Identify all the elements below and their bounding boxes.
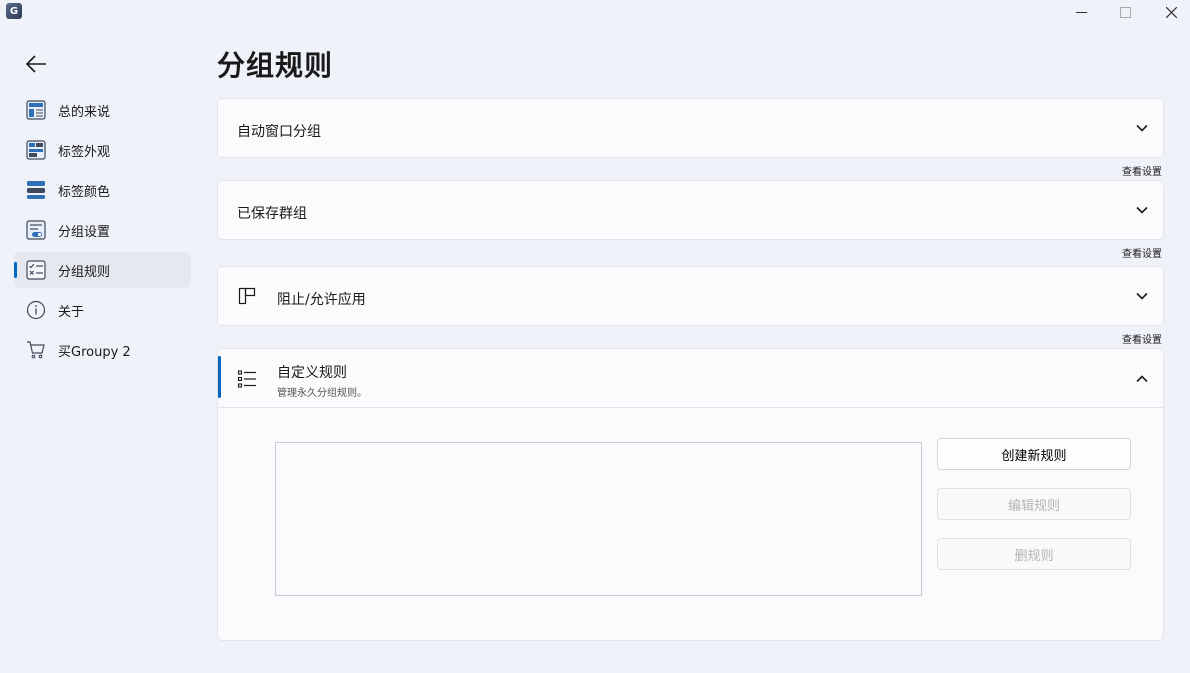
custom-rules-description: 管理永久分组规则。 [277,388,367,399]
sidebar-nav: 总的来说 标签外观 标签颜色 分组设置 分组规则 关于 买Groupy 2 [14,92,191,372]
sidebar-item-tab-color[interactable]: 标签颜色 [14,172,191,208]
chevron-up-icon[interactable] [1135,372,1149,386]
maximize-button[interactable] [1102,0,1148,24]
rules-listbox[interactable] [275,442,922,596]
app-layout-icon [236,285,258,307]
sidebar-item-label: 标签外观 [58,144,111,160]
group-settings-icon [25,220,47,240]
sidebar-item-general[interactable]: 总的来说 [14,92,191,128]
saved-groups-label: 已保存群组 [237,206,307,222]
cart-icon [25,340,47,360]
custom-rules-label: 自定义规则 [277,365,347,381]
saved-groups-card[interactable]: 已保存群组 [217,180,1164,240]
back-button[interactable] [20,50,52,78]
custom-rules-card: 自定义规则 管理永久分组规则。 创建新规则 编辑规则 删规则 [217,348,1164,641]
app-icon: G [6,3,22,19]
sidebar-item-group-rules[interactable]: 分组规则 [14,252,191,288]
block-allow-view-settings-link[interactable]: 查看设置 [1122,331,1162,346]
sidebar-item-tab-appearance[interactable]: 标签外观 [14,132,191,168]
tab-color-icon [25,180,47,200]
general-icon [25,100,47,120]
page-title: 分组规则 [217,49,334,82]
tab-appearance-icon [25,140,47,160]
sidebar-item-label: 分组规则 [58,264,111,280]
chevron-down-icon[interactable] [1135,289,1149,303]
sidebar-item-group-settings[interactable]: 分组设置 [14,212,191,248]
maximize-icon [1119,6,1131,18]
sidebar-item-label: 总的来说 [58,104,111,120]
list-icon [236,368,258,390]
edit-rule-button[interactable]: 编辑规则 [937,488,1131,520]
expanded-indicator [218,356,221,398]
sidebar-item-about[interactable]: 关于 [14,292,191,328]
auto-group-label: 自动窗口分组 [237,124,321,140]
auto-group-view-settings-link[interactable]: 查看设置 [1122,163,1162,178]
chevron-down-icon[interactable] [1135,121,1149,135]
auto-group-card[interactable]: 自动窗口分组 [217,98,1164,158]
close-button[interactable] [1148,0,1190,24]
section-divider [218,407,1163,408]
active-indicator [14,262,17,278]
block-allow-label: 阻止/允许应用 [277,292,366,308]
chevron-down-icon[interactable] [1135,203,1149,217]
minimize-icon [1075,11,1087,13]
sidebar-item-label: 买Groupy 2 [58,344,131,360]
group-rules-icon [25,260,47,280]
info-icon [25,300,47,320]
minimize-button[interactable] [1058,0,1104,24]
sidebar-item-label: 标签颜色 [58,184,111,200]
close-icon [1165,6,1177,18]
sidebar-item-label: 分组设置 [58,224,111,240]
delete-rule-button[interactable]: 删规则 [937,538,1131,570]
sidebar-item-label: 关于 [58,304,85,320]
back-arrow-icon [25,55,46,73]
saved-groups-view-settings-link[interactable]: 查看设置 [1122,245,1162,260]
create-rule-button[interactable]: 创建新规则 [937,438,1131,470]
sidebar-item-buy[interactable]: 买Groupy 2 [14,332,191,368]
block-allow-card[interactable]: 阻止/允许应用 [217,266,1164,326]
